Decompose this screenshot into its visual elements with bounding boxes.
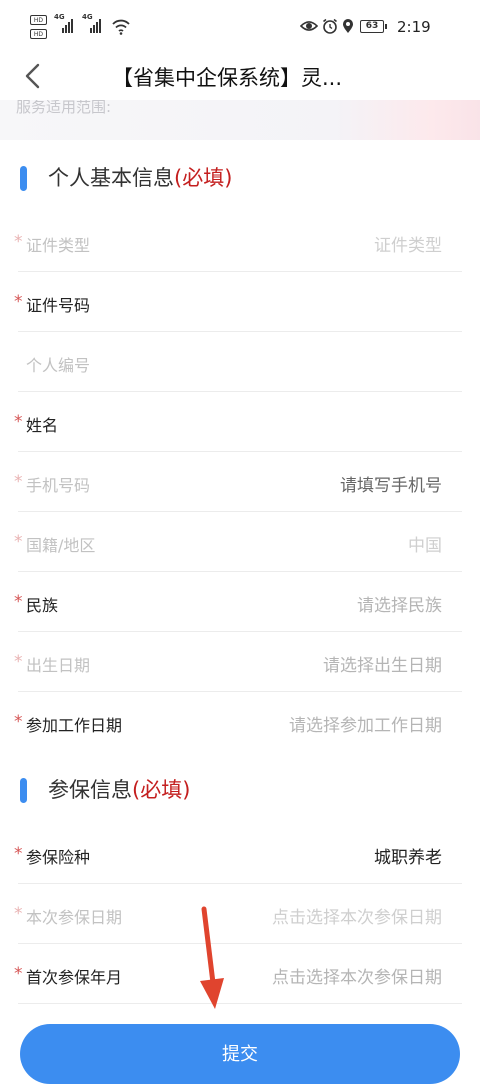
form-row-work-start-date[interactable]: * 参加工作日期 请选择参加工作日期	[0, 692, 480, 752]
signal-icon-1: 4G	[54, 13, 76, 33]
nav-bar: 【省集中企保系统】灵...	[0, 52, 480, 100]
section-title-text: 参保信息	[48, 778, 132, 802]
eye-icon	[300, 21, 318, 31]
location-icon	[343, 19, 353, 33]
field-label: 出生日期	[26, 656, 91, 675]
annotation-arrow-icon	[200, 906, 224, 1009]
required-star: *	[14, 592, 23, 612]
first-insured-month-picker[interactable]: 点击选择本次参保日期	[272, 963, 442, 988]
back-arrow-icon[interactable]	[20, 60, 50, 92]
insurance-type-select[interactable]: 城职养老	[374, 843, 442, 868]
field-label: 本次参保日期	[26, 908, 123, 927]
alarm-icon	[323, 18, 337, 34]
required-star: *	[14, 532, 23, 552]
form-row-id-number[interactable]: * 证件号码	[0, 272, 480, 332]
submit-button[interactable]: 提交	[20, 1024, 460, 1084]
network-type-1: 4G	[54, 13, 65, 21]
required-star: *	[14, 904, 23, 924]
required-star: *	[14, 232, 23, 252]
field-label: 首次参保年月	[26, 968, 123, 987]
form-row-birth-date[interactable]: * 出生日期 请选择出生日期	[0, 632, 480, 692]
hd-badge-2: HD	[30, 29, 47, 39]
field-label: 手机号码	[26, 476, 91, 495]
section-title: 参保信息(必填)	[48, 774, 190, 804]
field-label: 姓名	[26, 416, 59, 435]
form-row-personal-number[interactable]: 个人编号	[0, 332, 480, 392]
id-type-select[interactable]: 证件类型	[374, 231, 442, 256]
form-row-ethnicity[interactable]: * 民族 请选择民族	[0, 572, 480, 632]
form-row-current-insured-date[interactable]: * 本次参保日期 点击选择本次参保日期	[0, 884, 480, 944]
field-label: 参加工作日期	[26, 716, 123, 735]
form-row-phone[interactable]: * 手机号码 请填写手机号	[0, 452, 480, 512]
clock: 2:19	[397, 18, 431, 36]
required-star: *	[14, 712, 23, 732]
section-required-tag: (必填)	[132, 778, 191, 802]
birth-date-picker[interactable]: 请选择出生日期	[323, 651, 442, 676]
section-title-text: 个人基本信息	[48, 166, 174, 190]
current-insured-date-picker[interactable]: 点击选择本次参保日期	[272, 903, 442, 928]
work-start-date-picker[interactable]: 请选择参加工作日期	[289, 711, 442, 736]
section-required-tag: (必填)	[174, 166, 233, 190]
status-right: 63 2:19	[300, 18, 450, 38]
phone-input[interactable]: 请填写手机号	[340, 471, 442, 496]
required-star: *	[14, 964, 23, 984]
page-title: 【省集中企保系统】灵...	[112, 66, 343, 90]
section-insurance-info: 参保信息(必填)	[0, 760, 480, 820]
ethnicity-select[interactable]: 请选择民族	[357, 591, 442, 616]
field-label: 民族	[26, 596, 59, 615]
wifi-icon	[112, 19, 130, 35]
required-star: *	[14, 844, 23, 864]
status-bar: HD HD 4G 4G 63 2:19	[0, 0, 480, 52]
service-scope-banner: 服务适用范围:	[0, 100, 480, 140]
battery-icon: 63	[360, 20, 387, 33]
form-row-first-insured-month[interactable]: * 首次参保年月 点击选择本次参保日期	[0, 944, 480, 1004]
nationality-select[interactable]: 中国	[408, 531, 442, 556]
field-label: 参保险种	[26, 848, 91, 867]
signal-icon-2: 4G	[82, 13, 104, 33]
required-star: *	[14, 292, 23, 312]
required-star: *	[14, 652, 23, 672]
section-accent-bar	[20, 778, 27, 803]
network-type-2: 4G	[82, 13, 93, 21]
form-row-name[interactable]: * 姓名	[0, 392, 480, 452]
section-personal-info: 个人基本信息(必填)	[0, 148, 480, 208]
service-scope-text: 服务适用范围:	[16, 100, 112, 116]
field-label: 证件类型	[26, 236, 91, 255]
field-label: 个人编号	[26, 356, 91, 375]
form-row-id-type[interactable]: * 证件类型 证件类型	[0, 212, 480, 272]
form-row-nationality[interactable]: * 国籍/地区 中国	[0, 512, 480, 572]
field-label: 国籍/地区	[26, 536, 96, 555]
required-star: *	[14, 412, 23, 432]
field-label: 证件号码	[26, 296, 91, 315]
section-title: 个人基本信息(必填)	[48, 162, 232, 192]
required-star: *	[14, 472, 23, 492]
section-accent-bar	[20, 166, 27, 191]
form-row-insurance-type[interactable]: * 参保险种 城职养老	[0, 824, 480, 884]
hd-badge-1: HD	[30, 15, 47, 25]
